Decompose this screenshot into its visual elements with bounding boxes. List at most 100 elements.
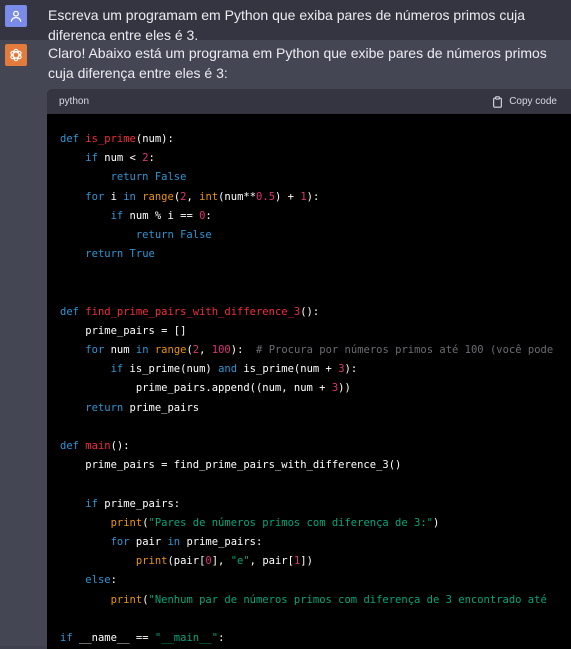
- code-token: return False: [110, 171, 187, 184]
- code-token: :: [205, 209, 212, 222]
- code-token: for: [85, 190, 105, 203]
- code-token: :: [110, 574, 117, 587]
- code-token: def: [60, 440, 86, 452]
- code-token: ):: [306, 190, 320, 203]
- code-token: prime_pairs = []: [60, 324, 187, 337]
- code-line: prime_pairs.append((num, num + 3)): [60, 379, 571, 398]
- code-token: "Nenhum par de números primos com difere…: [148, 593, 547, 606]
- assistant-intro-text: Claro! Abaixo está um programa em Python…: [48, 45, 547, 81]
- code-token: prime_pairs: [123, 401, 200, 414]
- code-token: print: [110, 593, 143, 606]
- code-token: else: [85, 574, 111, 587]
- user-icon: [10, 10, 22, 22]
- copy-code-button[interactable]: Copy code: [492, 95, 557, 108]
- code-token: return: [85, 401, 124, 414]
- code-token: (num**: [218, 190, 257, 203]
- code-token: num % i ==: [123, 209, 200, 222]
- code-token: , pair[: [249, 555, 294, 568]
- code-token: "__main__": [154, 631, 219, 644]
- code-token: if: [60, 631, 73, 644]
- code-token: def: [60, 305, 86, 318]
- code-token: range: [154, 344, 187, 357]
- code-line: return False: [60, 226, 571, 245]
- code-token: for: [110, 535, 130, 548]
- code-token: __name__ ==: [72, 631, 155, 644]
- code-line: return prime_pairs: [60, 399, 571, 418]
- assistant-message-row: Claro! Abaixo está um programa em Python…: [0, 40, 571, 649]
- code-token: is_prime(num): [123, 363, 219, 376]
- code-token: ) +: [275, 190, 301, 203]
- code-token: return True: [85, 248, 155, 261]
- code-token: :: [148, 152, 155, 165]
- code-line: if num % i == 0:: [60, 207, 571, 226]
- code-token: in: [123, 190, 136, 203]
- code-token: ():: [300, 305, 320, 318]
- code-token: def: [60, 133, 86, 145]
- code-line: def main():: [60, 437, 571, 456]
- clipboard-icon: [493, 95, 503, 108]
- code-token: if: [110, 363, 124, 376]
- code-token: and: [218, 363, 238, 376]
- code-token: num <: [97, 152, 143, 165]
- code-token: print: [135, 555, 168, 568]
- user-avatar: [5, 5, 27, 27]
- openai-logo-icon: [10, 48, 22, 62]
- code-token: is_prime(num +: [237, 363, 339, 376]
- code-token: ():: [110, 440, 130, 452]
- code-line: for i in range(2, int(num**0.5) + 1):: [60, 188, 571, 207]
- code-token: )): [338, 382, 351, 395]
- code-token: i: [104, 190, 124, 203]
- code-token: if: [85, 497, 98, 510]
- user-message-text: Escreva um programam em Python que exiba…: [48, 7, 525, 43]
- code-line: if num < 2:: [60, 149, 571, 168]
- code-token: ):: [230, 344, 257, 357]
- code-token: int: [199, 190, 219, 203]
- code-block-header: python Copy code: [47, 89, 571, 114]
- code-token: # Procura por números primos até 100 (vo…: [256, 344, 554, 357]
- code-token: ,: [186, 190, 200, 203]
- user-message-row: Escreva um programam em Python que exiba…: [0, 0, 571, 43]
- code-token: (pair[: [167, 555, 206, 568]
- code-line: def find_prime_pairs_with_difference_3()…: [60, 303, 571, 322]
- code-token: prime_pairs:: [97, 497, 181, 510]
- code-token: "Pares de números primos com diferença d…: [148, 516, 433, 529]
- code-token: ]): [300, 555, 313, 568]
- code-token: is_prime: [85, 133, 136, 145]
- code-line: print("Pares de números primos com difer…: [60, 514, 571, 533]
- code-token: prime_pairs:: [180, 535, 263, 548]
- code-token: if: [110, 209, 124, 222]
- code-language-label: python: [59, 96, 90, 107]
- code-token: for: [85, 344, 105, 357]
- code-token: ,: [199, 344, 212, 357]
- code-token: return False: [135, 228, 212, 241]
- code-line: if is_prime(num) and is_prime(num + 3):: [60, 360, 571, 379]
- code-content: def is_prime(num): if num < 2: return Fa…: [60, 130, 571, 649]
- code-line: print(pair[0], "e", pair[1]): [60, 552, 571, 571]
- assistant-avatar: [5, 44, 27, 66]
- code-line: prime_pairs = []: [60, 322, 571, 341]
- code-token: num: [104, 344, 136, 357]
- code-token: "e": [230, 555, 250, 568]
- code-token: range: [142, 190, 174, 203]
- code-line: print("Nenhum par de números primos com …: [60, 591, 571, 610]
- code-line: prime_pairs = find_prime_pairs_with_diff…: [60, 456, 571, 475]
- code-block: python Copy code def is_prime(num): if n…: [47, 89, 571, 649]
- code-token: 100: [211, 344, 231, 357]
- copy-code-label: Copy code: [509, 96, 557, 107]
- code-token: main: [85, 440, 111, 452]
